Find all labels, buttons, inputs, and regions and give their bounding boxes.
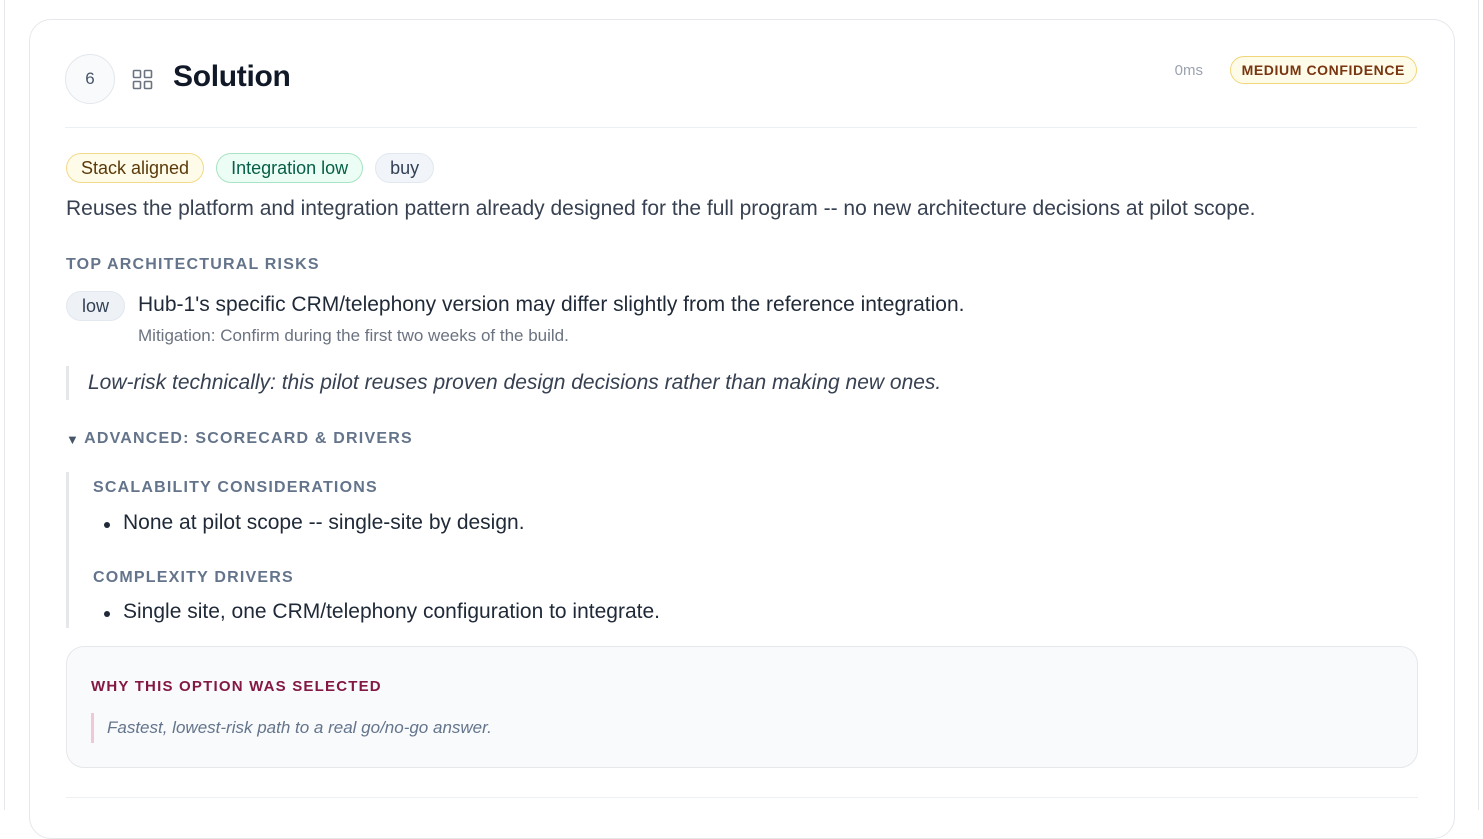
assessment-note: Low-risk technically: this pilot reuses …	[66, 366, 941, 400]
complexity-label: COMPLEXITY DRIVERS	[93, 569, 294, 586]
caret-down-icon: ▼	[66, 431, 81, 447]
why-selected-box: WHY THIS OPTION WAS SELECTED Fastest, lo…	[66, 646, 1418, 768]
list-item: Single site, one CRM/telephony configura…	[104, 600, 660, 623]
risk-mitigation: Mitigation: Confirm during the first two…	[138, 326, 569, 345]
why-selected-quote: Fastest, lowest-risk path to a real go/n…	[91, 713, 492, 743]
why-selected-label: WHY THIS OPTION WAS SELECTED	[91, 678, 382, 695]
advanced-toggle[interactable]: ▼ ADVANCED: SCORECARD & DRIVERS	[66, 430, 413, 448]
grid-icon	[132, 69, 153, 90]
timing-label: 0ms	[1174, 62, 1203, 79]
tag-list: Stack aligned Integration low buy	[66, 153, 435, 183]
card-header: 6 Solution 0ms MEDIUM CONFIDENCE	[65, 54, 1417, 128]
tag-stack-aligned: Stack aligned	[66, 153, 205, 183]
section-title: Solution	[173, 60, 291, 93]
solution-summary: Reuses the platform and integration patt…	[66, 197, 1256, 220]
advanced-toggle-label: ADVANCED: SCORECARD & DRIVERS	[84, 430, 413, 447]
tag-integration-low: Integration low	[216, 153, 364, 183]
step-number-badge: 6	[65, 54, 115, 104]
risk-level-badge: low	[66, 291, 126, 321]
tag-buy: buy	[375, 153, 435, 183]
risks-section-label: TOP ARCHITECTURAL RISKS	[66, 256, 320, 273]
risk-description: Hub-1's specific CRM/telephony version m…	[138, 293, 965, 316]
confidence-badge: MEDIUM CONFIDENCE	[1229, 56, 1417, 84]
advanced-panel: SCALABILITY CONSIDERATIONS None at pilot…	[66, 472, 766, 628]
scalability-label: SCALABILITY CONSIDERATIONS	[93, 479, 378, 496]
divider	[66, 797, 1418, 798]
list-item: None at pilot scope -- single-site by de…	[104, 511, 525, 534]
